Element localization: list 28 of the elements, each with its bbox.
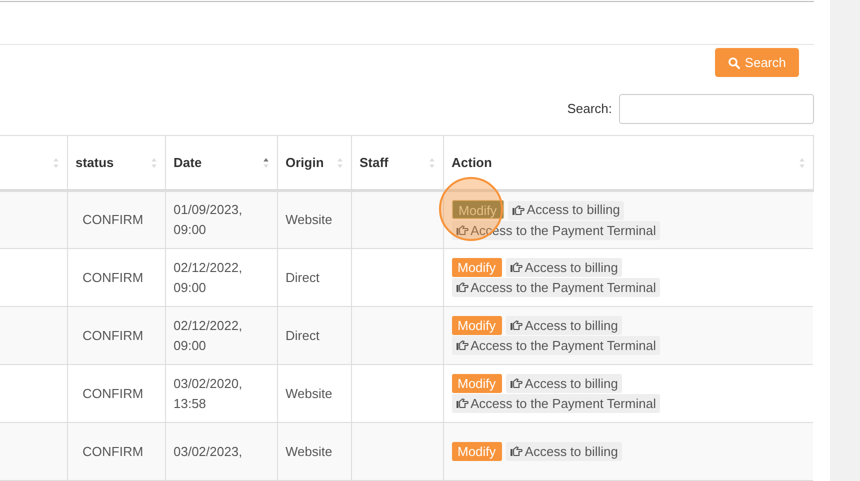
payment-terminal-link[interactable]: Access to the Payment Terminal — [452, 278, 660, 298]
pointing-hand-icon — [510, 262, 523, 273]
column-header[interactable]: Action — [443, 136, 813, 190]
table-cell: Website — [277, 422, 351, 480]
pointing-hand-icon — [510, 446, 523, 457]
pointing-hand-icon — [456, 282, 468, 294]
payment-terminal-link[interactable]: Access to the Payment Terminal — [452, 336, 660, 356]
search-label: Search: — [567, 100, 612, 118]
pointing-hand-icon — [512, 204, 525, 216]
column-header[interactable]: status — [67, 136, 165, 190]
billing-link[interactable]: Access to billing — [506, 316, 622, 335]
pointing-hand-icon — [456, 340, 468, 352]
pointing-hand-icon — [510, 320, 523, 331]
billing-link[interactable]: Access to billing — [506, 258, 622, 277]
billing-link[interactable]: Access to billing — [508, 200, 624, 220]
pointing-hand-icon — [510, 378, 523, 389]
table-cell: CONFIRM — [67, 422, 165, 480]
billing-link[interactable]: Access to billing — [506, 442, 622, 461]
search-field[interactable] — [619, 94, 814, 124]
billing-link[interactable]: Access to billing — [506, 374, 622, 393]
column-header[interactable]: Origin — [277, 136, 351, 190]
pointing-hand-icon — [456, 398, 468, 410]
payment-terminal-link[interactable]: Access to the Payment Terminal — [452, 394, 660, 414]
search-icon — [728, 56, 740, 68]
table-cell: 03/02/2023, — [165, 422, 277, 480]
column-header[interactable]: Staff — [351, 136, 443, 190]
column-header[interactable]: Date — [165, 136, 277, 190]
pointing-hand-icon — [456, 225, 468, 236]
